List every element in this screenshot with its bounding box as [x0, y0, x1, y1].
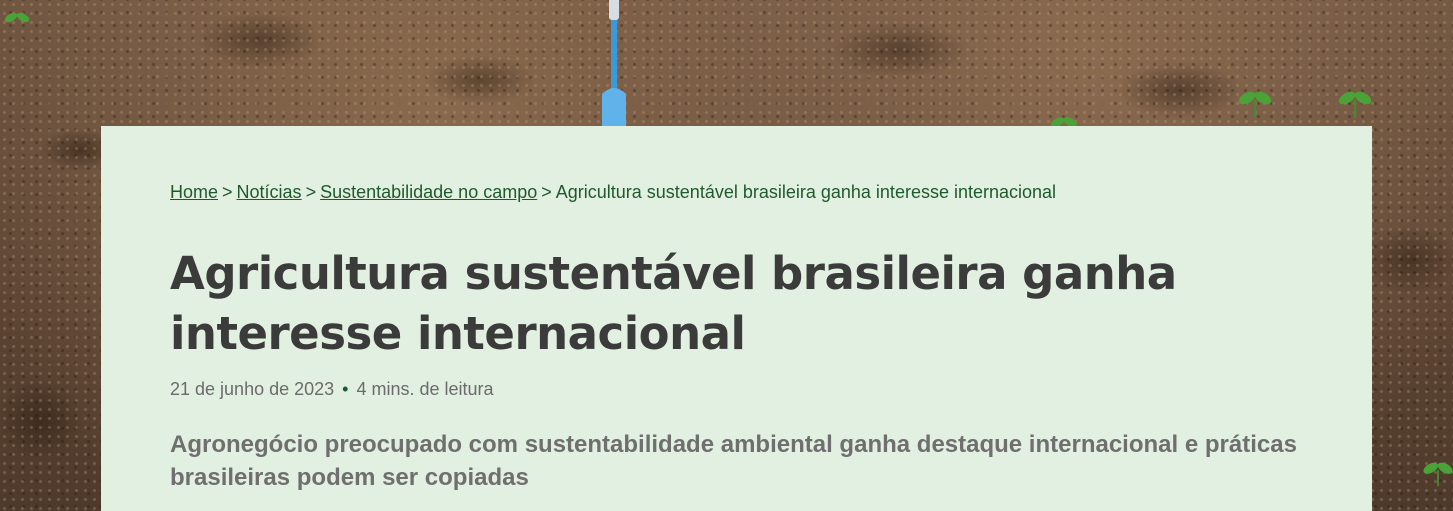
article-title: Agricultura sustentável brasileira ganha…: [170, 247, 1177, 360]
sprout-icon: [1423, 462, 1453, 487]
breadcrumb-link-noticias[interactable]: Notícias: [237, 182, 302, 202]
article-lead: Agronegócio preocupado com sustentabilid…: [170, 431, 1297, 491]
article-date: 21 de junho de 2023: [170, 379, 335, 399]
meta-separator: •: [342, 379, 349, 399]
sprout-icon: [1238, 91, 1272, 118]
garden-trowel-icon: [602, 0, 626, 130]
article-header-card: Home > Notícias > Sustentabilidade no campo >…: [101, 126, 1372, 511]
article-meta: 21 de junho de 2023 • 4 mins. de leitura: [170, 379, 494, 400]
breadcrumb-link-home[interactable]: Home: [170, 182, 218, 202]
reading-time: 4 mins. de leitura: [356, 379, 494, 399]
breadcrumb-separator: >: [305, 182, 317, 202]
breadcrumb-current: Agricultura sustentável brasileira ganha…: [555, 182, 1057, 202]
breadcrumb-link-sustentabilidade[interactable]: Sustentabilidade no campo: [320, 182, 537, 202]
breadcrumb: Home > Notícias > Sustentabilidade no campo >…: [170, 182, 1056, 203]
breadcrumb-separator: >: [541, 182, 552, 202]
sprout-icon: [4, 12, 30, 23]
breadcrumb-separator: >: [222, 182, 233, 202]
sprout-icon: [1338, 91, 1372, 118]
